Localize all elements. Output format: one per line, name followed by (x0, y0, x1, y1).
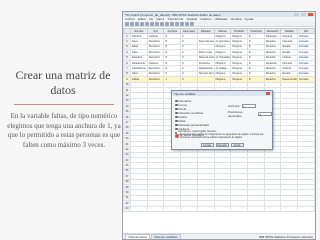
toolbar (123, 21, 315, 27)
window-title: *Sin título1 [Conjunto_de_datos0] - IBM … (125, 12, 221, 17)
title-divider (14, 104, 114, 105)
toolbar-icon[interactable] (160, 22, 164, 26)
decimals-row: Posiciones decimales: 0 (228, 110, 272, 118)
toolbar-icon[interactable] (170, 22, 174, 26)
decimals-input[interactable]: 0 (258, 112, 272, 117)
toolbar-icon[interactable] (155, 22, 159, 26)
dialog-titlebar: Tipo de variable (172, 91, 272, 96)
spss-window: *Sin título1 [Conjunto_de_datos0] - IBM … (122, 11, 316, 240)
menu-5[interactable]: Analizar (186, 17, 197, 21)
dialog-close-icon[interactable] (266, 92, 270, 95)
radio-button[interactable] (175, 127, 178, 131)
menu-2[interactable]: Ver (149, 17, 154, 21)
toolbar-icon[interactable] (180, 22, 184, 26)
radio-button[interactable] (175, 99, 178, 103)
width-label: Anchura: (228, 104, 241, 108)
info-box: El tipo Numérico utiliza la configuració… (175, 133, 271, 141)
tab-data-view[interactable]: Vista de datos (125, 233, 150, 239)
menu-9[interactable]: Ayuda (245, 17, 253, 21)
warning-icon (175, 134, 179, 138)
radio-button[interactable] (175, 103, 178, 107)
table-cell[interactable] (280, 205, 299, 212)
slide-body-text: En la variable faltas, de tipo numérico … (7, 112, 121, 149)
menu-7[interactable]: Utilidades (214, 17, 227, 21)
table-cell[interactable] (247, 205, 265, 212)
toolbar-icon[interactable] (190, 22, 194, 26)
minimize-icon[interactable] (294, 13, 299, 16)
menu-3[interactable]: Datos (156, 17, 164, 21)
ok-button[interactable]: Aceptar (200, 143, 214, 147)
maximize-icon[interactable] (301, 13, 306, 16)
table-cell[interactable] (163, 205, 182, 212)
status-bar: Vista de datos Vista de variables IBM SPS… (123, 233, 315, 239)
table-cell[interactable] (230, 205, 249, 212)
toolbar-icon[interactable] (165, 22, 169, 26)
menu-4[interactable]: Transformar (167, 17, 183, 21)
radio-button[interactable] (175, 107, 178, 111)
width-row: Anchura: 1 (228, 104, 257, 109)
view-tabs: Vista de datos Vista de variables (125, 233, 181, 239)
tab-variable-view[interactable]: Vista de variables (150, 233, 181, 239)
slide-title: Crear una matriz de datos (15, 68, 111, 97)
variable-type-dialog: Tipo de variable Numérico Coma Punto Notaci… (171, 90, 273, 150)
menu-1[interactable]: Editar (138, 17, 146, 21)
radio-button[interactable] (175, 111, 178, 115)
menu-0[interactable]: Archivo (125, 17, 135, 21)
menu-6[interactable]: Gráficos (200, 17, 211, 21)
dialog-title: Tipo de variable (174, 91, 196, 96)
status-text: IBM SPSS Statistics Processor está listo (258, 234, 313, 239)
cancel-button[interactable]: Cancelar (215, 143, 229, 147)
info-text: El tipo Numérico utiliza la configuració… (180, 133, 264, 139)
toolbar-icon[interactable] (125, 22, 129, 26)
table-cell[interactable] (263, 205, 282, 212)
dialog-buttons: Aceptar Cancelar Ayuda (172, 143, 272, 147)
table-cell[interactable] (297, 205, 315, 212)
toolbar-icon[interactable] (150, 22, 154, 26)
table-cell[interactable] (130, 205, 148, 212)
table-cell[interactable] (180, 205, 198, 212)
table-cell[interactable] (213, 205, 232, 212)
table-cell[interactable] (146, 205, 165, 212)
close-icon[interactable] (308, 13, 313, 16)
toolbar-icon[interactable] (185, 22, 189, 26)
help-button[interactable]: Ayuda (230, 143, 244, 147)
toolbar-icon[interactable] (135, 22, 139, 26)
radio-button[interactable] (175, 119, 178, 123)
type-options: Numérico Coma Punto Notación científica Fech… (175, 99, 217, 137)
decimals-label: Posiciones decimales: (228, 110, 243, 118)
row-number: 33 (123, 205, 131, 212)
menu-8[interactable]: Ventana (231, 17, 242, 21)
radio-button[interactable] (175, 123, 178, 127)
toolbar-icon[interactable] (140, 22, 144, 26)
toolbar-icon[interactable] (130, 22, 134, 26)
radio-button[interactable] (175, 115, 178, 119)
table-cell[interactable] (196, 205, 215, 212)
width-input[interactable]: 1 (242, 104, 257, 109)
table-row[interactable]: 33 (123, 205, 315, 212)
toolbar-icon[interactable] (175, 22, 179, 26)
toolbar-icon[interactable] (145, 22, 149, 26)
